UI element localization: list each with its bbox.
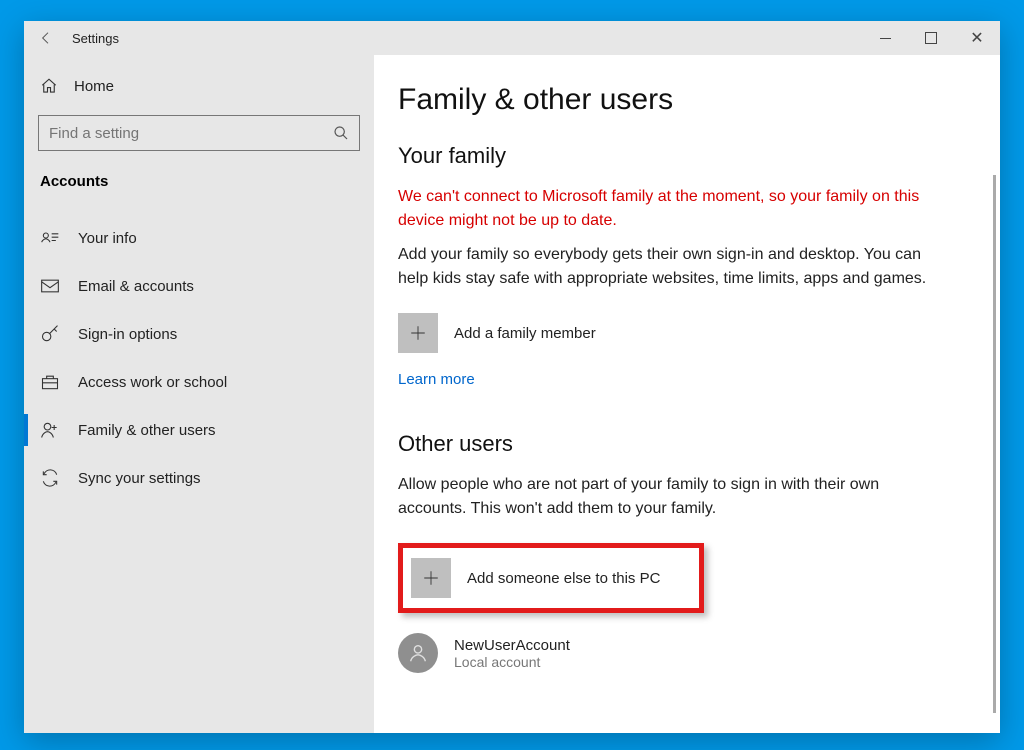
plus-icon (398, 313, 438, 353)
other-users-heading: Other users (398, 431, 952, 457)
nav-label: Family & other users (78, 422, 216, 439)
search-icon (333, 125, 349, 141)
page-title: Family & other users (398, 83, 952, 117)
nav-family-other-users[interactable]: Family & other users (24, 406, 374, 454)
minimize-button[interactable] (862, 21, 908, 55)
maximize-button[interactable] (908, 21, 954, 55)
nav-label: Sync your settings (78, 470, 201, 487)
learn-more-link[interactable]: Learn more (398, 371, 475, 388)
family-desc: Add your family so everybody gets their … (398, 243, 938, 291)
add-family-label: Add a family member (454, 325, 596, 342)
nav-signin-options[interactable]: Sign-in options (24, 310, 374, 358)
window-controls: ✕ (862, 21, 1000, 55)
scrollbar[interactable] (993, 175, 996, 713)
back-button[interactable] (24, 30, 68, 46)
nav-label: Your info (78, 230, 137, 247)
nav-label: Email & accounts (78, 278, 194, 295)
titlebar: Settings ✕ (24, 21, 1000, 55)
search-input[interactable] (38, 115, 360, 151)
avatar-icon (398, 633, 438, 673)
settings-window: Settings ✕ Home Accounts Your (24, 21, 1000, 733)
add-other-user[interactable]: Add someone else to this PC (411, 558, 687, 598)
nav-email-accounts[interactable]: Email & accounts (24, 262, 374, 310)
nav-label: Sign-in options (78, 326, 177, 343)
home-icon (40, 77, 58, 95)
nav-work-school[interactable]: Access work or school (24, 358, 374, 406)
section-heading: Accounts (24, 173, 374, 208)
sidebar: Home Accounts Your info Email & accounts (24, 55, 374, 733)
key-icon (40, 324, 60, 344)
home-nav[interactable]: Home (24, 69, 374, 115)
person-card-icon (40, 228, 60, 248)
nav-label: Access work or school (78, 374, 227, 391)
briefcase-icon (40, 372, 60, 392)
plus-icon (411, 558, 451, 598)
mail-icon (40, 276, 60, 296)
add-other-label: Add someone else to this PC (467, 570, 660, 587)
user-name: NewUserAccount (454, 637, 570, 654)
add-family-member[interactable]: Add a family member (398, 313, 952, 353)
family-heading: Your family (398, 143, 952, 169)
search-field[interactable] (49, 125, 333, 142)
other-users-desc: Allow people who are not part of your fa… (398, 473, 938, 521)
nav-your-info[interactable]: Your info (24, 214, 374, 262)
window-title: Settings (68, 31, 119, 46)
nav-sync-settings[interactable]: Sync your settings (24, 454, 374, 502)
family-error: We can't connect to Microsoft family at … (398, 185, 952, 233)
close-button[interactable]: ✕ (954, 21, 1000, 55)
annotation-highlight: Add someone else to this PC (398, 543, 704, 613)
home-label: Home (74, 78, 114, 95)
content-pane: Family & other users Your family We can'… (374, 55, 1000, 733)
people-icon (40, 420, 60, 440)
sync-icon (40, 468, 60, 488)
user-entry[interactable]: NewUserAccount Local account (398, 633, 952, 673)
user-type: Local account (454, 654, 570, 670)
nav-list: Your info Email & accounts Sign-in optio… (24, 208, 374, 502)
